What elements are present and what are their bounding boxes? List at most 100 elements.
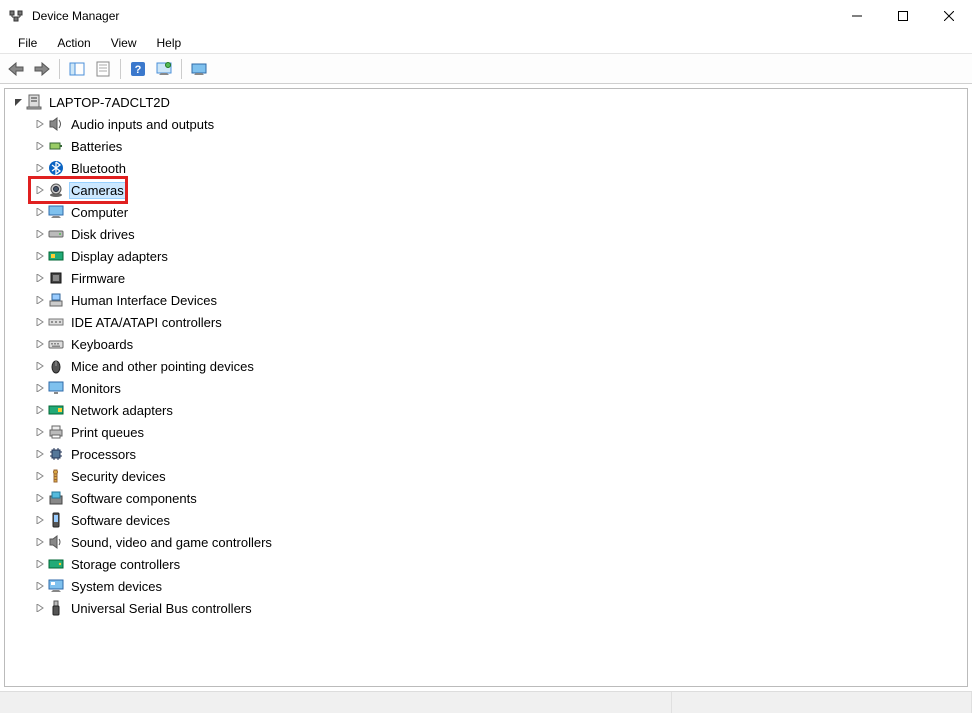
tree-category[interactable]: Sound, video and game controllers: [5, 531, 967, 553]
chevron-right-icon[interactable]: [33, 293, 47, 307]
keyboard-icon: [47, 336, 65, 352]
security-icon: [47, 468, 65, 484]
firmware-icon: [47, 270, 65, 286]
tree-category[interactable]: Print queues: [5, 421, 967, 443]
back-button[interactable]: [4, 57, 28, 81]
separator: [59, 59, 60, 79]
menu-help[interactable]: Help: [147, 33, 192, 53]
chevron-right-icon[interactable]: [33, 403, 47, 417]
disk-icon: [47, 226, 65, 242]
tree-category-label: Universal Serial Bus controllers: [69, 600, 254, 617]
chevron-right-icon[interactable]: [33, 227, 47, 241]
tree-category[interactable]: Keyboards: [5, 333, 967, 355]
chevron-right-icon[interactable]: [33, 601, 47, 615]
chevron-right-icon[interactable]: [33, 513, 47, 527]
chevron-right-icon[interactable]: [33, 579, 47, 593]
processor-icon: [47, 446, 65, 462]
statusbar: [0, 691, 972, 713]
chevron-right-icon[interactable]: [33, 557, 47, 571]
window-controls: [834, 0, 972, 32]
tree-category[interactable]: Disk drives: [5, 223, 967, 245]
battery-icon: [47, 138, 65, 154]
chevron-right-icon[interactable]: [33, 161, 47, 175]
tree-category-label: Cameras: [69, 182, 126, 199]
usb-icon: [47, 600, 65, 616]
tree-category[interactable]: Universal Serial Bus controllers: [5, 597, 967, 619]
tree-category[interactable]: Audio inputs and outputs: [5, 113, 967, 135]
tree-category-label: Keyboards: [69, 336, 135, 353]
chevron-right-icon[interactable]: [33, 447, 47, 461]
tree-category-label: Batteries: [69, 138, 124, 155]
tree-category-label: System devices: [69, 578, 164, 595]
device-tree[interactable]: LAPTOP-7ADCLT2D Audio inputs and outputs…: [4, 88, 968, 687]
computer-icon: [47, 204, 65, 220]
chevron-right-icon[interactable]: [33, 337, 47, 351]
forward-button[interactable]: [30, 57, 54, 81]
tree-category[interactable]: Monitors: [5, 377, 967, 399]
chevron-right-icon[interactable]: [33, 469, 47, 483]
tree-root-label: LAPTOP-7ADCLT2D: [47, 94, 172, 111]
chevron-right-icon[interactable]: [33, 315, 47, 329]
network-icon: [47, 402, 65, 418]
tree-category-label: Network adapters: [69, 402, 175, 419]
scan-hardware-button[interactable]: [152, 57, 176, 81]
chevron-right-icon[interactable]: [33, 205, 47, 219]
tree-category-label: Computer: [69, 204, 130, 221]
tree-category[interactable]: Computer: [5, 201, 967, 223]
tree-category[interactable]: Batteries: [5, 135, 967, 157]
software-component-icon: [47, 490, 65, 506]
close-button[interactable]: [926, 0, 972, 32]
tree-category[interactable]: System devices: [5, 575, 967, 597]
window-title: Device Manager: [32, 9, 119, 23]
tree-category[interactable]: Software components: [5, 487, 967, 509]
maximize-button[interactable]: [880, 0, 926, 32]
sound-icon: [47, 534, 65, 550]
toolbar: ?: [0, 54, 972, 84]
chevron-right-icon[interactable]: [33, 535, 47, 549]
tree-category[interactable]: Software devices: [5, 509, 967, 531]
tree-category[interactable]: IDE ATA/ATAPI controllers: [5, 311, 967, 333]
chevron-right-icon[interactable]: [33, 271, 47, 285]
tree-category-label: Display adapters: [69, 248, 170, 265]
tree-category[interactable]: Bluetooth: [5, 157, 967, 179]
help-button[interactable]: ?: [126, 57, 150, 81]
chevron-right-icon[interactable]: [33, 425, 47, 439]
menu-file[interactable]: File: [8, 33, 47, 53]
chevron-right-icon[interactable]: [33, 381, 47, 395]
audio-icon: [47, 116, 65, 132]
monitor-icon: [47, 380, 65, 396]
tree-category-label: Security devices: [69, 468, 168, 485]
show-hide-tree-button[interactable]: [65, 57, 89, 81]
menu-view[interactable]: View: [101, 33, 147, 53]
tree-category[interactable]: Mice and other pointing devices: [5, 355, 967, 377]
chevron-right-icon[interactable]: [33, 117, 47, 131]
chevron-right-icon[interactable]: [33, 249, 47, 263]
tree-category[interactable]: Processors: [5, 443, 967, 465]
app-icon: [8, 8, 24, 24]
tree-category-label: Bluetooth: [69, 160, 128, 177]
minimize-button[interactable]: [834, 0, 880, 32]
tree-category[interactable]: Display adapters: [5, 245, 967, 267]
ide-icon: [47, 314, 65, 330]
svg-text:?: ?: [135, 64, 142, 76]
tree-category[interactable]: Cameras: [5, 179, 967, 201]
tree-category[interactable]: Security devices: [5, 465, 967, 487]
chevron-right-icon[interactable]: [33, 491, 47, 505]
tree-category-label: Software devices: [69, 512, 172, 529]
add-device-button[interactable]: [187, 57, 211, 81]
tree-category[interactable]: Network adapters: [5, 399, 967, 421]
tree-category[interactable]: Firmware: [5, 267, 967, 289]
chevron-right-icon[interactable]: [33, 139, 47, 153]
chevron-right-icon[interactable]: [33, 183, 47, 197]
chevron-right-icon[interactable]: [33, 359, 47, 373]
tree-root[interactable]: LAPTOP-7ADCLT2D: [5, 91, 967, 113]
system-icon: [47, 578, 65, 594]
camera-icon: [47, 182, 65, 198]
tree-category[interactable]: Storage controllers: [5, 553, 967, 575]
tree-category[interactable]: Human Interface Devices: [5, 289, 967, 311]
chevron-down-icon[interactable]: [11, 95, 25, 109]
bluetooth-icon: [47, 160, 65, 176]
properties-button[interactable]: [91, 57, 115, 81]
menu-action[interactable]: Action: [47, 33, 100, 53]
tree-category-label: Firmware: [69, 270, 127, 287]
